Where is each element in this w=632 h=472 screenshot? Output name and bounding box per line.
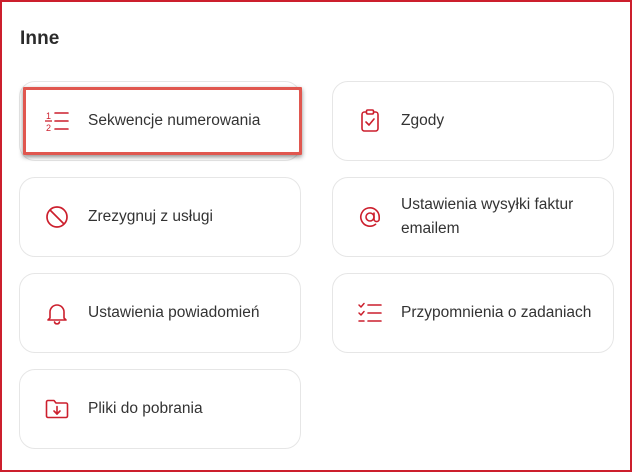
card-label: Sekwencje numerowania	[88, 112, 261, 129]
card-downloads[interactable]: Pliki do pobrania	[19, 369, 301, 449]
card-task-reminders[interactable]: Przypomnienia o zadaniach	[332, 273, 614, 353]
card-label: Pliki do pobrania	[88, 400, 203, 417]
section-title: Inne	[20, 28, 60, 49]
card-label: Ustawienia powiadomień	[88, 304, 260, 321]
card-label: Przypomnienia o zadaniach	[401, 304, 592, 321]
card-label: Ustawienia wysyłki faktur emailem	[401, 196, 574, 237]
card-label: Zrezygnuj z usługi	[88, 208, 213, 225]
card-label: Zgody	[401, 112, 445, 129]
card-cancel-service[interactable]: Zrezygnuj z usługi	[19, 177, 301, 257]
card-notification-settings[interactable]: Ustawienia powiadomień	[19, 273, 301, 353]
card-numbering-sequences[interactable]: 1 2 Sekwencje numerowania	[19, 81, 301, 161]
svg-text:2: 2	[46, 123, 51, 133]
app-frame: Inne 1 2 Sekwencje numerowania Zgody Zre…	[0, 0, 632, 472]
folder-download-icon	[44, 396, 70, 422]
prohibited-icon	[44, 204, 70, 230]
numbered-list-icon: 1 2	[44, 108, 70, 134]
card-invoice-email-settings[interactable]: Ustawienia wysyłki faktur emailem	[332, 177, 614, 257]
svg-text:1: 1	[46, 111, 51, 121]
checklist-icon	[357, 300, 383, 326]
card-consents[interactable]: Zgody	[332, 81, 614, 161]
at-sign-icon	[357, 204, 383, 230]
clipboard-check-icon	[357, 108, 383, 134]
bell-icon	[44, 300, 70, 326]
